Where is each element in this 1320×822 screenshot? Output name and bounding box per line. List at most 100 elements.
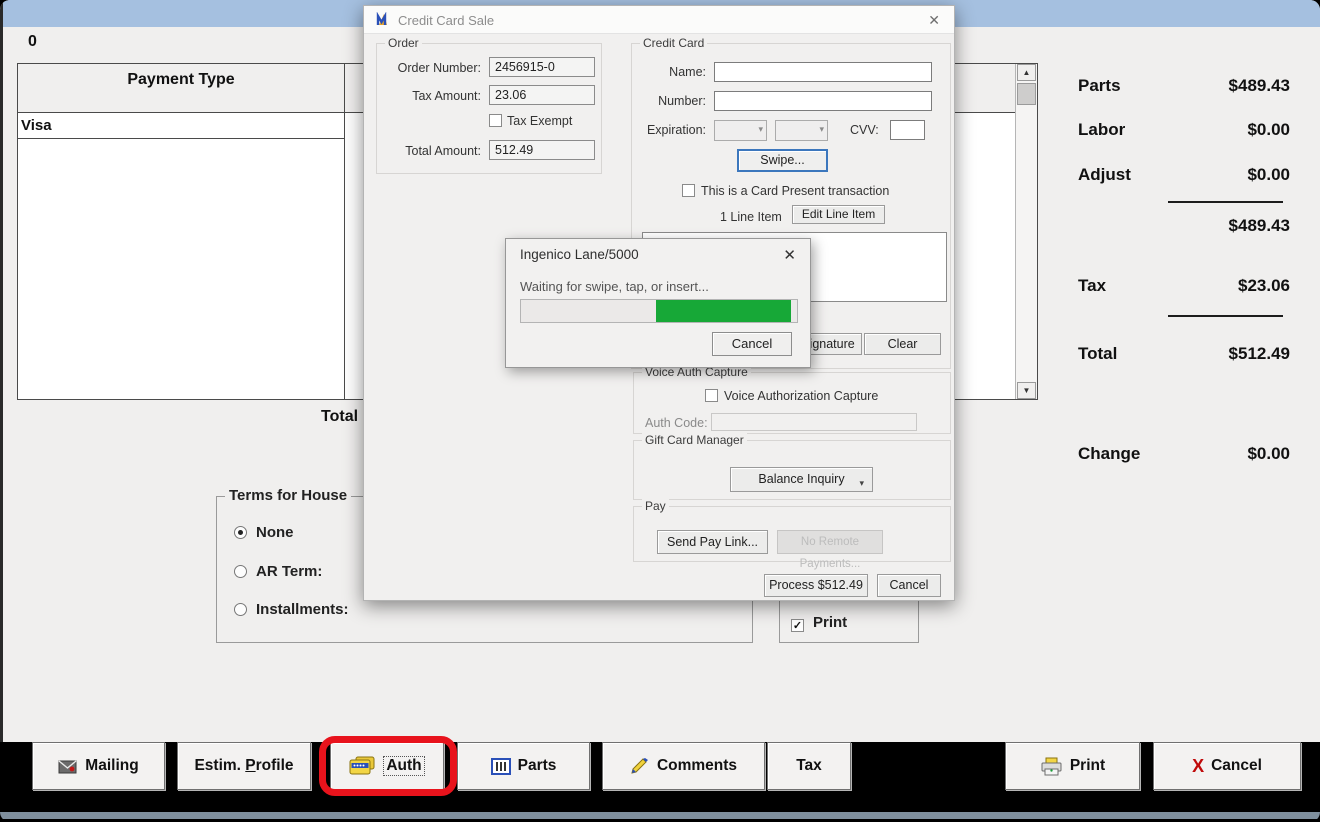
expiration-label: Expiration: (640, 123, 706, 137)
dialog-close-icon[interactable]: ✕ (928, 12, 940, 29)
print-button-label: Print (1070, 757, 1105, 775)
print-button[interactable]: Print (1005, 742, 1140, 790)
dialog-titlebar[interactable]: Credit Card Sale ✕ (364, 6, 954, 34)
order-group: Order Order Number: 2456915-0 Tax Amount… (376, 43, 602, 174)
name-input[interactable] (714, 62, 932, 82)
mailing-button-label: Mailing (85, 757, 138, 775)
radio-ar-term[interactable]: AR Term: (234, 563, 322, 580)
parts-button-label: Parts (518, 757, 557, 775)
send-pay-link-button[interactable]: Send Pay Link... (657, 530, 768, 554)
order-number-label: Order Number: (381, 61, 481, 75)
comments-button[interactable]: Comments (602, 742, 765, 790)
radio-none-control[interactable] (234, 526, 247, 539)
ingenico-close-icon[interactable]: ✕ (783, 246, 796, 264)
screenshot-root: 0 Payment Type Visa ▲ ▼ Total Parts$489.… (0, 0, 1320, 822)
printer-icon (1040, 757, 1063, 776)
table-row[interactable]: Visa (18, 114, 344, 139)
terms-group-label: Terms for House (225, 487, 351, 504)
mailing-envelope-icon (58, 759, 78, 774)
parts-button[interactable]: Parts (457, 742, 590, 790)
estim-profile-button-label: Estim. Profile (194, 757, 293, 775)
line-item-count-label: 1 Line Item (720, 210, 782, 224)
card-present-label: This is a Card Present transaction (701, 184, 889, 198)
totals-divider-2 (1168, 315, 1283, 317)
number-label: Number: (646, 94, 706, 108)
chevron-down-icon: ▾ (819, 124, 824, 135)
cvv-label: CVV: (850, 123, 882, 137)
voice-auth-group: Voice Auth Capture Voice Authorization C… (633, 372, 951, 434)
radio-installments[interactable]: Installments: (234, 601, 349, 618)
tax-exempt-label: Tax Exempt (507, 114, 572, 128)
scroll-up-button[interactable]: ▲ (1017, 64, 1036, 81)
gift-card-group-label: Gift Card Manager (642, 433, 747, 447)
cancel-button-label: Cancel (1211, 757, 1262, 775)
payment-count-label: 0 (28, 33, 37, 51)
checkbox-print[interactable]: ✓Print (791, 614, 847, 632)
progress-marquee-segment (656, 300, 791, 322)
tax-button[interactable]: Tax (767, 742, 851, 790)
ingenico-dialog: Ingenico Lane/5000 ✕ Waiting for swipe, … (505, 238, 811, 368)
ingenico-title: Ingenico Lane/5000 (520, 247, 639, 262)
chevron-down-icon: ▾ (859, 472, 864, 495)
balance-inquiry-dropdown[interactable]: Balance Inquiry ▾ (730, 467, 873, 492)
pay-group: Pay Send Pay Link... No Remote Payments.… (633, 506, 951, 562)
pay-group-label: Pay (642, 499, 669, 513)
name-label: Name: (646, 65, 706, 79)
comments-pencil-icon (630, 758, 650, 775)
radio-ar-term-control[interactable] (234, 565, 247, 578)
print-checkbox-control[interactable]: ✓ (791, 619, 804, 632)
edit-line-item-button[interactable]: Edit Line Item (792, 205, 885, 224)
gift-card-group: Gift Card Manager Balance Inquiry ▾ (633, 440, 951, 500)
cancel-button[interactable]: X Cancel (1153, 742, 1301, 790)
scroll-up-icon: ▲ (1023, 68, 1031, 77)
tax-amount-label: Tax Amount: (381, 89, 481, 103)
auth-code-label: Auth Code: (645, 416, 708, 430)
order-group-label: Order (385, 36, 422, 50)
scroll-down-button[interactable]: ▼ (1017, 382, 1036, 399)
column-divider (344, 64, 345, 399)
payment-type-column-header[interactable]: Payment Type (18, 71, 344, 89)
ingenico-message: Waiting for swipe, tap, or insert... (520, 279, 709, 294)
scroll-down-icon: ▼ (1023, 386, 1031, 395)
chevron-down-icon: ▾ (758, 124, 763, 135)
totals-divider (1168, 201, 1283, 203)
table-scrollbar[interactable]: ▲ ▼ (1015, 64, 1037, 399)
number-input[interactable] (714, 91, 932, 111)
radio-none[interactable]: None (234, 524, 294, 541)
ingenico-progress-bar (520, 299, 798, 323)
balance-inquiry-label: Balance Inquiry (758, 472, 844, 486)
credit-card-group-label: Credit Card (640, 36, 707, 50)
tax-amount-field[interactable]: 23.06 (489, 85, 595, 105)
expiration-year-select[interactable]: ▾ (775, 120, 828, 141)
process-button[interactable]: Process $512.49 (764, 574, 868, 597)
window-bottom-edge (0, 812, 1320, 819)
ingenico-cancel-button[interactable]: Cancel (712, 332, 792, 356)
dialog-title: Credit Card Sale (398, 13, 494, 28)
order-number-field[interactable]: 2456915-0 (489, 57, 595, 77)
clear-signature-button[interactable]: Clear (864, 333, 941, 355)
cvv-input[interactable] (890, 120, 925, 140)
swipe-button[interactable]: Swipe... (737, 149, 828, 172)
auth-code-input[interactable] (711, 413, 917, 431)
mailing-button[interactable]: Mailing (32, 742, 165, 790)
estim-profile-button[interactable]: Estim. Profile (177, 742, 311, 790)
tax-button-label: Tax (796, 757, 822, 775)
no-remote-payments-button: No Remote Payments... (777, 530, 883, 554)
total-amount-field[interactable]: 512.49 (489, 140, 595, 160)
card-present-checkbox[interactable] (682, 184, 695, 197)
app-icon (376, 12, 392, 28)
voice-auth-checkbox[interactable] (705, 389, 718, 402)
radio-installments-control[interactable] (234, 603, 247, 616)
checkmark-icon: ✓ (793, 620, 802, 632)
scrollbar-thumb[interactable] (1017, 83, 1036, 105)
auth-highlight-annotation (319, 736, 457, 796)
dialog-cancel-button[interactable]: Cancel (877, 574, 941, 597)
tax-exempt-checkbox[interactable] (489, 114, 502, 127)
expiration-month-select[interactable]: ▾ (714, 120, 767, 141)
table-total-label: Total (321, 408, 358, 426)
voice-auth-checkbox-label: Voice Authorization Capture (724, 389, 878, 403)
total-amount-label: Total Amount: (381, 144, 481, 158)
parts-list-icon (491, 758, 511, 775)
cancel-x-icon: X (1192, 756, 1204, 777)
comments-button-label: Comments (657, 757, 737, 775)
